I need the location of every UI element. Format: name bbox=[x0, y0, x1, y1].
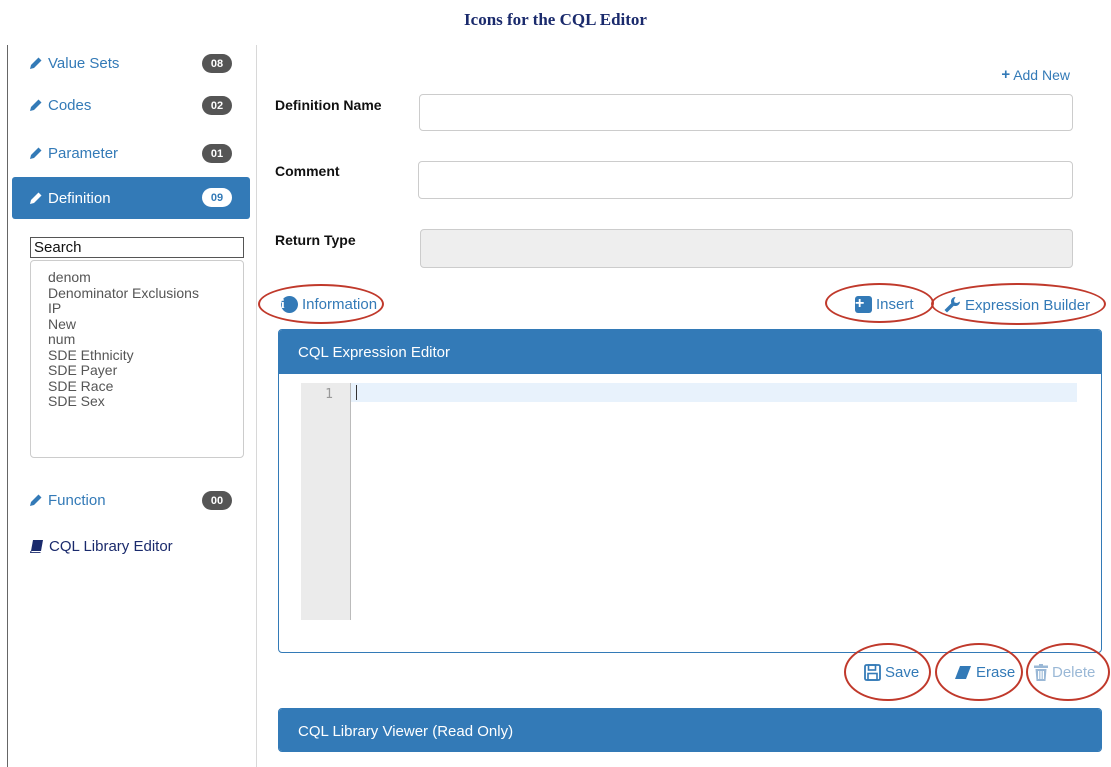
definition-name-field[interactable] bbox=[419, 94, 1073, 131]
list-item[interactable]: SDE Payer bbox=[48, 362, 243, 379]
sidebar-item-parameter[interactable]: Parameter 01 bbox=[12, 134, 250, 172]
save-button[interactable]: Save bbox=[864, 664, 919, 681]
panel-title: CQL Library Viewer (Read Only) bbox=[279, 709, 1101, 751]
list-item[interactable]: New bbox=[48, 316, 243, 333]
sidebar-item-codes[interactable]: Codes 02 bbox=[12, 86, 250, 124]
definition-name-label: Definition Name bbox=[275, 97, 382, 113]
wrench-icon bbox=[944, 296, 961, 313]
list-item[interactable]: Denominator Exclusions bbox=[48, 285, 243, 302]
info-icon: i bbox=[281, 296, 298, 313]
pencil-icon bbox=[30, 99, 42, 111]
list-item[interactable]: num bbox=[48, 331, 243, 348]
line-number-gutter: 1 bbox=[301, 383, 351, 620]
line-number: 1 bbox=[325, 387, 333, 402]
sidebar-item-function[interactable]: Function 00 bbox=[12, 481, 250, 519]
sidebar-divider bbox=[256, 45, 257, 767]
floppy-disk-icon bbox=[864, 664, 881, 681]
expression-builder-button[interactable]: Expression Builder bbox=[943, 296, 1090, 314]
insert-button[interactable]: + Insert bbox=[855, 296, 914, 313]
frame-border bbox=[7, 45, 8, 767]
trash-icon bbox=[1034, 664, 1048, 681]
delete-button[interactable]: Delete bbox=[1034, 664, 1095, 681]
sidebar-item-label: Function bbox=[48, 491, 106, 509]
sidebar-item-definition[interactable]: Definition 09 bbox=[12, 177, 250, 219]
sidebar-item-label: Value Sets bbox=[48, 54, 120, 72]
list-item[interactable]: SDE Ethnicity bbox=[48, 347, 243, 364]
list-item[interactable]: SDE Race bbox=[48, 378, 243, 395]
insert-label: Insert bbox=[876, 296, 914, 313]
add-new-label: Add New bbox=[1013, 66, 1070, 83]
add-new-button[interactable]: + Add New bbox=[1001, 66, 1070, 83]
delete-label: Delete bbox=[1052, 664, 1096, 681]
eraser-icon bbox=[955, 666, 971, 679]
erase-label: Erase bbox=[976, 664, 1016, 681]
erase-button[interactable]: Erase bbox=[954, 664, 1015, 681]
sidebar-item-label: Parameter bbox=[48, 144, 119, 162]
comment-field[interactable] bbox=[418, 161, 1073, 199]
list-item[interactable]: SDE Sex bbox=[48, 393, 243, 410]
cql-library-editor-link[interactable]: CQL Library Editor bbox=[30, 538, 173, 555]
pencil-icon bbox=[30, 192, 42, 204]
page-title: Icons for the CQL Editor bbox=[464, 10, 647, 29]
return-type-field bbox=[420, 229, 1073, 268]
information-label: Information bbox=[302, 296, 378, 313]
sidebar-item-label: Definition bbox=[48, 189, 111, 207]
information-button[interactable]: i Information bbox=[281, 296, 377, 313]
cql-expression-editor-panel: CQL Expression Editor 1 bbox=[278, 329, 1102, 653]
library-link-label: CQL Library Editor bbox=[49, 538, 173, 555]
count-badge: 02 bbox=[202, 96, 232, 115]
list-item[interactable]: IP bbox=[48, 300, 243, 317]
pencil-icon bbox=[30, 57, 42, 69]
cql-library-viewer-panel[interactable]: CQL Library Viewer (Read Only) bbox=[278, 708, 1102, 752]
count-badge: 00 bbox=[202, 491, 232, 510]
definition-list: denom Denominator Exclusions IP New num … bbox=[30, 260, 244, 458]
comment-label: Comment bbox=[275, 163, 340, 179]
save-label: Save bbox=[885, 664, 920, 681]
list-item[interactable]: denom bbox=[48, 269, 243, 286]
count-badge: 01 bbox=[202, 144, 232, 163]
plus-square-icon: + bbox=[855, 296, 872, 313]
definition-search-input[interactable] bbox=[30, 237, 244, 258]
plus-icon: + bbox=[1001, 66, 1011, 83]
pencil-icon bbox=[30, 147, 42, 159]
sidebar-item-value-sets[interactable]: Value Sets 08 bbox=[12, 44, 250, 82]
code-editor-area[interactable] bbox=[351, 383, 1077, 620]
expression-builder-label: Expression Builder bbox=[965, 296, 1091, 314]
panel-title: CQL Expression Editor bbox=[279, 330, 1101, 374]
book-icon bbox=[30, 540, 43, 553]
pencil-icon bbox=[30, 494, 42, 506]
sidebar-item-label: Codes bbox=[48, 96, 92, 114]
count-badge: 09 bbox=[202, 188, 232, 207]
count-badge: 08 bbox=[202, 54, 232, 73]
return-type-label: Return Type bbox=[275, 232, 356, 248]
